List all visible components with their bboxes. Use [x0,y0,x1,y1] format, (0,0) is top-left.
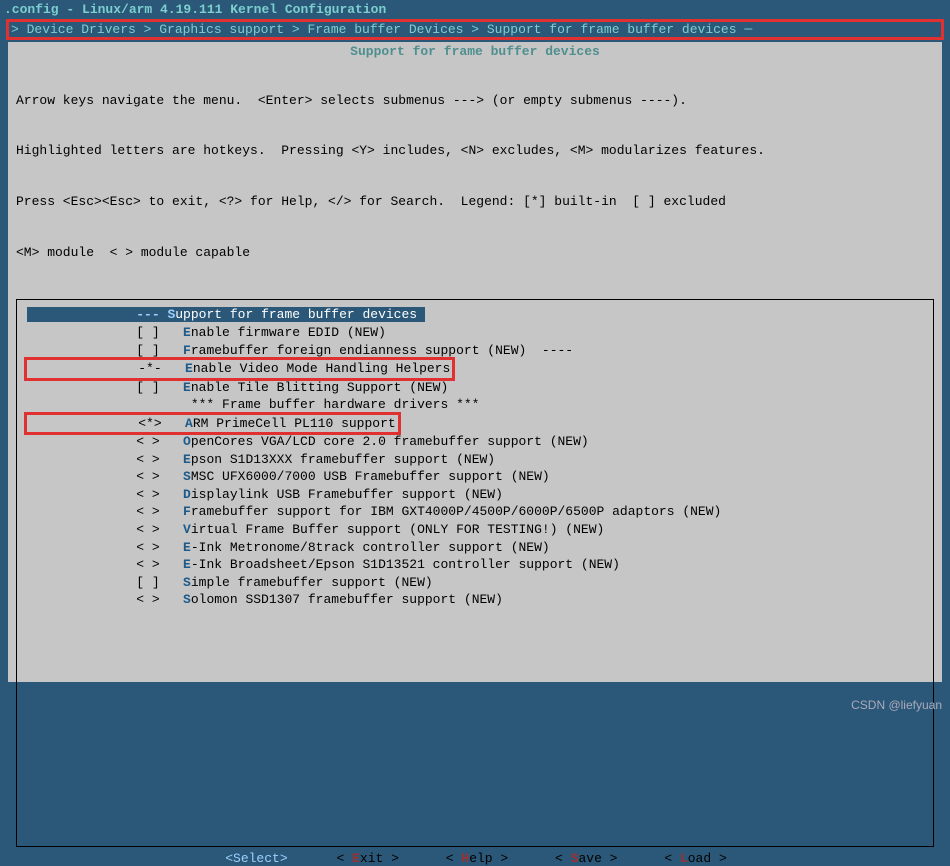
menu-item[interactable]: [ ] Enable Tile Blitting Support (NEW) [27,379,923,397]
help-line: Highlighted letters are hotkeys. Pressin… [16,143,934,160]
help-button[interactable]: < Help > [446,851,508,866]
load-button[interactable]: < Load > [664,851,726,866]
menu-item[interactable]: [ ] Simple framebuffer support (NEW) [27,574,923,592]
help-line: Arrow keys navigate the menu. <Enter> se… [16,93,934,110]
menu-list[interactable]: --- Support for frame buffer devices [ ]… [16,299,934,847]
help-line: Press <Esc><Esc> to exit, <?> for Help, … [16,194,934,211]
save-button[interactable]: < Save > [555,851,617,866]
breadcrumb-highlight-box: > Device Drivers > Graphics support > Fr… [6,19,944,40]
panel-subtitle: Support for frame buffer devices [16,44,934,59]
window-title: .config - Linux/arm 4.19.111 Kernel Conf… [0,0,950,19]
menu-item[interactable]: < > E-Ink Broadsheet/Epson S1D13521 cont… [27,556,923,574]
menu-item[interactable]: < > E-Ink Metronome/8track controller su… [27,539,923,557]
menu-item[interactable]: < > SMSC UFX6000/7000 USB Framebuffer su… [27,468,923,486]
help-line: <M> module < > module capable [16,245,934,262]
select-button[interactable]: <Select> [223,851,289,866]
menu-item[interactable]: < > Solomon SSD1307 framebuffer support … [27,591,923,609]
menu-item[interactable]: < > Virtual Frame Buffer support (ONLY F… [27,521,923,539]
highlight-box: <*> ARM PrimeCell PL110 support [24,412,401,436]
menu-item[interactable]: < > OpenCores VGA/LCD core 2.0 framebuff… [27,433,923,451]
highlight-box: -*- Enable Video Mode Handling Helpers [24,357,455,381]
watermark: CSDN @liefyuan [851,698,942,712]
menu-item[interactable]: < > Framebuffer support for IBM GXT4000P… [27,503,923,521]
menu-item[interactable]: --- Support for frame buffer devices [27,306,923,324]
breadcrumb: > Device Drivers > Graphics support > Fr… [9,22,941,37]
menu-item[interactable]: < > Epson S1D13XXX framebuffer support (… [27,451,923,469]
main-panel: Support for frame buffer devices Arrow k… [8,42,942,682]
exit-button[interactable]: < Exit > [336,851,398,866]
button-bar: <Select> < Exit > < Help > < Save > < Lo… [16,851,934,866]
help-text: Arrow keys navigate the menu. <Enter> se… [16,59,934,295]
menu-item[interactable]: [ ] Enable firmware EDID (NEW) [27,324,923,342]
menu-item[interactable]: <*> ARM PrimeCell PL110 support [27,414,923,434]
menu-item[interactable]: < > Displaylink USB Framebuffer support … [27,486,923,504]
menu-item[interactable]: -*- Enable Video Mode Handling Helpers [27,359,923,379]
